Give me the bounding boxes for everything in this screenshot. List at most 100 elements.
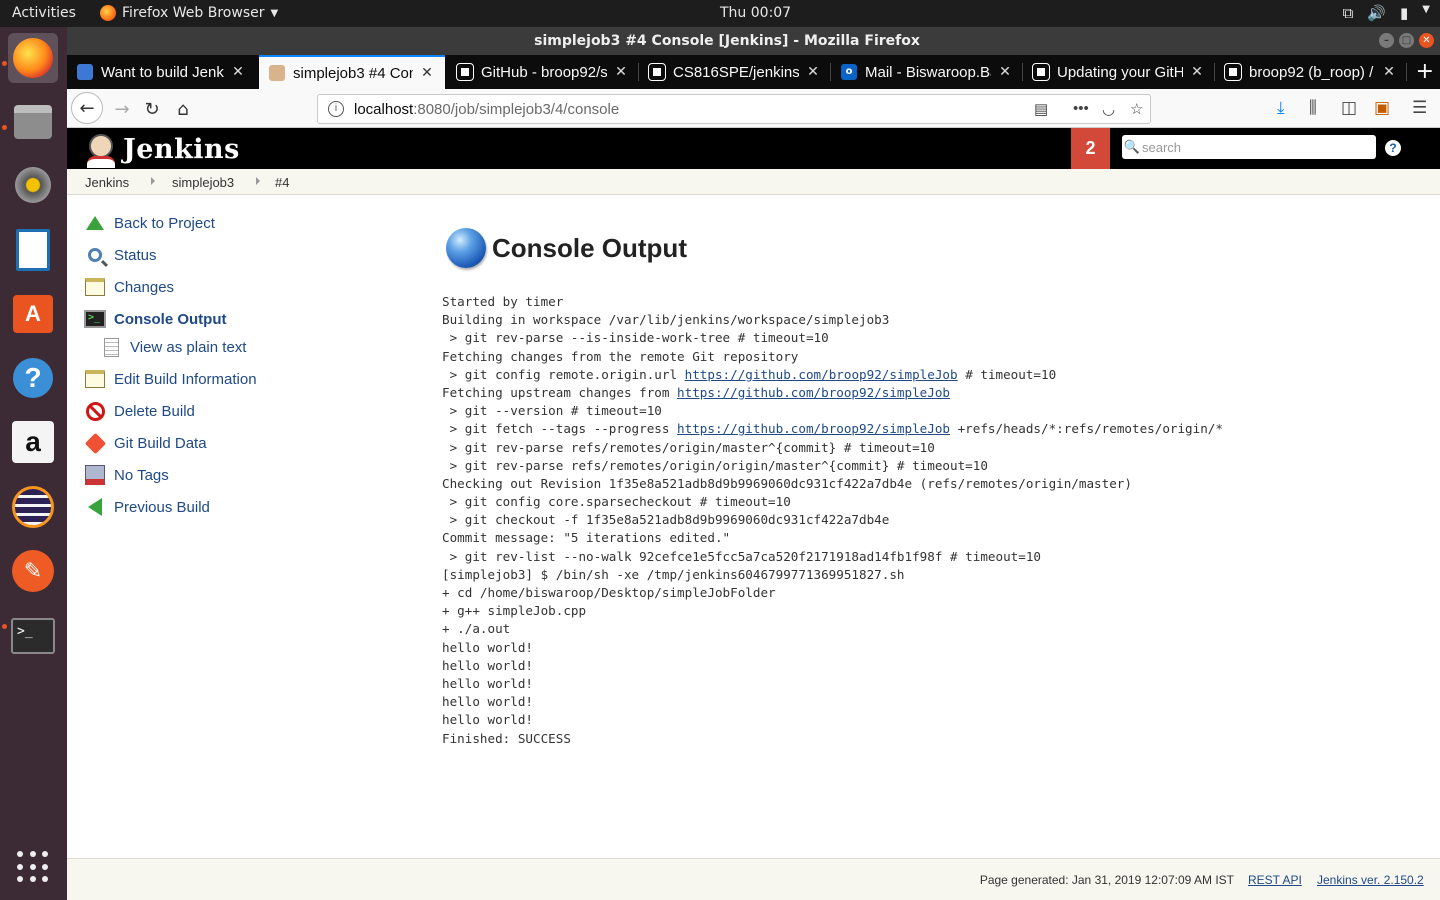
task-edit-build-info[interactable]: Edit Build Information [84, 367, 257, 391]
tab-outlook-mail[interactable]: o Mail - Biswaroop.Ba ✕ [831, 55, 1023, 89]
magnifier-icon [84, 244, 106, 266]
dock-postman[interactable]: ✎ [8, 546, 58, 596]
dock-writer[interactable] [8, 225, 58, 275]
close-tab-icon[interactable]: ✕ [1381, 64, 1397, 80]
help-icon[interactable]: ? [1385, 140, 1401, 156]
task-label[interactable]: Changes [114, 279, 174, 296]
blue-ball-icon [446, 228, 486, 268]
arrow-up-icon [84, 212, 106, 234]
task-label[interactable]: Edit Build Information [114, 371, 257, 388]
dock-eclipse[interactable] [8, 482, 58, 532]
dock-terminal[interactable]: >_ [8, 611, 58, 661]
search-input[interactable] [1142, 139, 1362, 155]
reader-view-icon[interactable]: ▤ [1034, 100, 1048, 118]
console-line: > git rev-parse --is-inside-work-tree # … [442, 329, 1223, 347]
url-host: localhost [354, 100, 414, 118]
close-window-button[interactable]: ✕ [1419, 33, 1434, 48]
rest-api-link[interactable]: REST API [1248, 873, 1302, 887]
downloads-icon[interactable]: ⤓ [1277, 98, 1285, 118]
breadcrumb-build[interactable]: #4 [275, 175, 289, 190]
task-label[interactable]: Back to Project [114, 215, 215, 232]
close-tab-icon[interactable]: ✕ [997, 64, 1013, 80]
task-changes[interactable]: Changes [84, 275, 174, 299]
minimize-button[interactable]: – [1379, 33, 1394, 48]
bookmark-star-icon[interactable]: ☆ [1130, 100, 1143, 118]
show-applications-button[interactable] [8, 842, 58, 892]
notepad-icon [84, 276, 106, 298]
library-icon[interactable]: ⫼ [1309, 98, 1317, 118]
breadcrumb-separator [256, 177, 260, 185]
dock-files[interactable] [8, 97, 58, 147]
notification-badge[interactable]: 2 [1071, 128, 1110, 169]
task-label[interactable]: Git Build Data [114, 435, 207, 452]
task-label[interactable]: Previous Build [114, 499, 210, 516]
task-status[interactable]: Status [84, 243, 157, 267]
url-bar[interactable]: i localhost:8080/job/simplejob3/4/consol… [317, 94, 1151, 124]
site-info-icon[interactable]: i [328, 101, 344, 117]
console-line: > git --version # timeout=10 [442, 402, 1223, 420]
dock-amazon[interactable]: a [8, 417, 58, 467]
task-back-to-project[interactable]: Back to Project [84, 211, 215, 235]
task-label[interactable]: Status [114, 247, 157, 264]
reload-button[interactable]: ↻ [137, 94, 167, 124]
console-text: hello world! [442, 694, 533, 710]
console-text: Fetching upstream changes from [442, 384, 678, 400]
pocket-icon[interactable]: ◡ [1102, 100, 1115, 118]
dock-firefox[interactable] [8, 33, 58, 83]
firefox-icon [13, 38, 53, 78]
dock-software[interactable]: A [8, 289, 58, 339]
maximize-button[interactable]: □ [1399, 33, 1414, 48]
console-text: > git config remote.origin.url [442, 366, 685, 382]
console-link[interactable]: https://github.com/broop92/simpleJob [677, 421, 950, 436]
tab-github-updating[interactable]: Updating your GitHub ✕ [1023, 55, 1215, 89]
page-actions-icon[interactable]: ••• [1073, 100, 1089, 117]
console-line: + ./a.out [442, 620, 1223, 638]
outlook-icon: o [841, 64, 857, 80]
console-line: hello world! [442, 639, 1223, 657]
clock[interactable]: Thu 00:07 [720, 5, 791, 21]
close-tab-icon[interactable]: ✕ [805, 64, 821, 80]
task-git-build-data[interactable]: Git Build Data [84, 431, 207, 455]
task-label[interactable]: No Tags [114, 467, 169, 484]
console-line: hello world! [442, 693, 1223, 711]
task-label[interactable]: View as plain text [130, 339, 246, 356]
tab-jenkins-build[interactable]: Want to build Jenkins ✕ [67, 55, 256, 89]
task-label[interactable]: Delete Build [114, 403, 195, 420]
close-tab-icon[interactable]: ✕ [419, 65, 435, 81]
console-line: [simplejob3] $ /bin/sh -xe /tmp/jenkins6… [442, 566, 1223, 584]
sidebar-icon[interactable]: ◫ [1341, 98, 1357, 118]
jenkins-home-link[interactable]: Jenkins [85, 132, 240, 168]
breadcrumb-job[interactable]: simplejob3 [172, 175, 234, 190]
jenkins-version-link[interactable]: Jenkins ver. 2.150.2 [1317, 873, 1424, 887]
task-console-output[interactable]: >_ Console Output [84, 307, 227, 331]
close-tab-icon[interactable]: ✕ [1189, 64, 1205, 80]
console-text: + cd /home/biswaroop/Desktop/simpleJobFo… [442, 585, 776, 600]
extension-icon[interactable]: ▣ [1374, 98, 1390, 118]
task-previous-build[interactable]: Previous Build [84, 495, 210, 519]
back-button[interactable]: ← [71, 92, 103, 124]
activities-button[interactable]: Activities [12, 5, 76, 21]
tab-console-active[interactable]: simplejob3 #4 Console [Jenkins] ✕ [259, 55, 445, 89]
console-link[interactable]: https://github.com/broop92/simpleJob [685, 367, 958, 382]
close-tab-icon[interactable]: ✕ [230, 64, 246, 80]
search-box: 🔍 [1122, 135, 1376, 159]
task-delete-build[interactable]: Delete Build [84, 399, 195, 423]
task-view-plain-text[interactable]: View as plain text [100, 335, 246, 359]
forward-button[interactable]: → [107, 94, 137, 124]
dock-rhythmbox[interactable] [8, 160, 58, 210]
dock-help[interactable]: ? [8, 353, 58, 403]
menu-icon[interactable]: ☰ [1412, 98, 1427, 118]
task-label[interactable]: Console Output [114, 311, 227, 328]
console-line: Started by timer [442, 293, 1223, 311]
system-tray[interactable]: ⧉ 🔊 ▮ ▼ [1343, 4, 1430, 22]
tab-github-broop92[interactable]: broop92 (b_roop) / ✕ [1215, 55, 1407, 89]
tab-github-simplejob[interactable]: GitHub - broop92/simpleJob ✕ [447, 55, 639, 89]
breadcrumb-jenkins[interactable]: Jenkins [85, 175, 129, 190]
task-no-tags[interactable]: No Tags [84, 463, 169, 487]
home-button[interactable]: ⌂ [168, 94, 198, 124]
close-tab-icon[interactable]: ✕ [613, 64, 629, 80]
tab-github-cs816spe[interactable]: CS816SPE/jenkins-g ✕ [639, 55, 831, 89]
app-menu[interactable]: Firefox Web Browser ▼ [100, 5, 278, 21]
console-link[interactable]: https://github.com/broop92/simpleJob [677, 385, 950, 400]
new-tab-button[interactable]: + [1416, 59, 1434, 84]
